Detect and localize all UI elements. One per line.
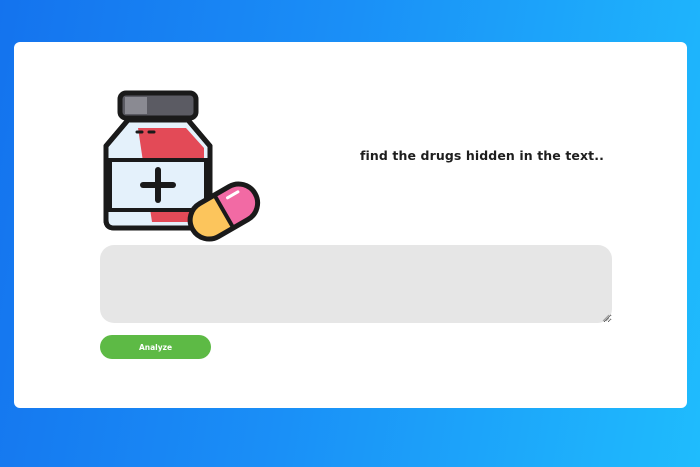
page-tagline: find the drugs hidden in the text..: [360, 148, 604, 163]
main-card: find the drugs hidden in the text.. Anal…: [14, 42, 687, 408]
analyze-button[interactable]: Analyze: [100, 335, 211, 359]
medicine-bottle-and-capsule-icon: [103, 90, 261, 242]
text-input[interactable]: [100, 245, 612, 323]
